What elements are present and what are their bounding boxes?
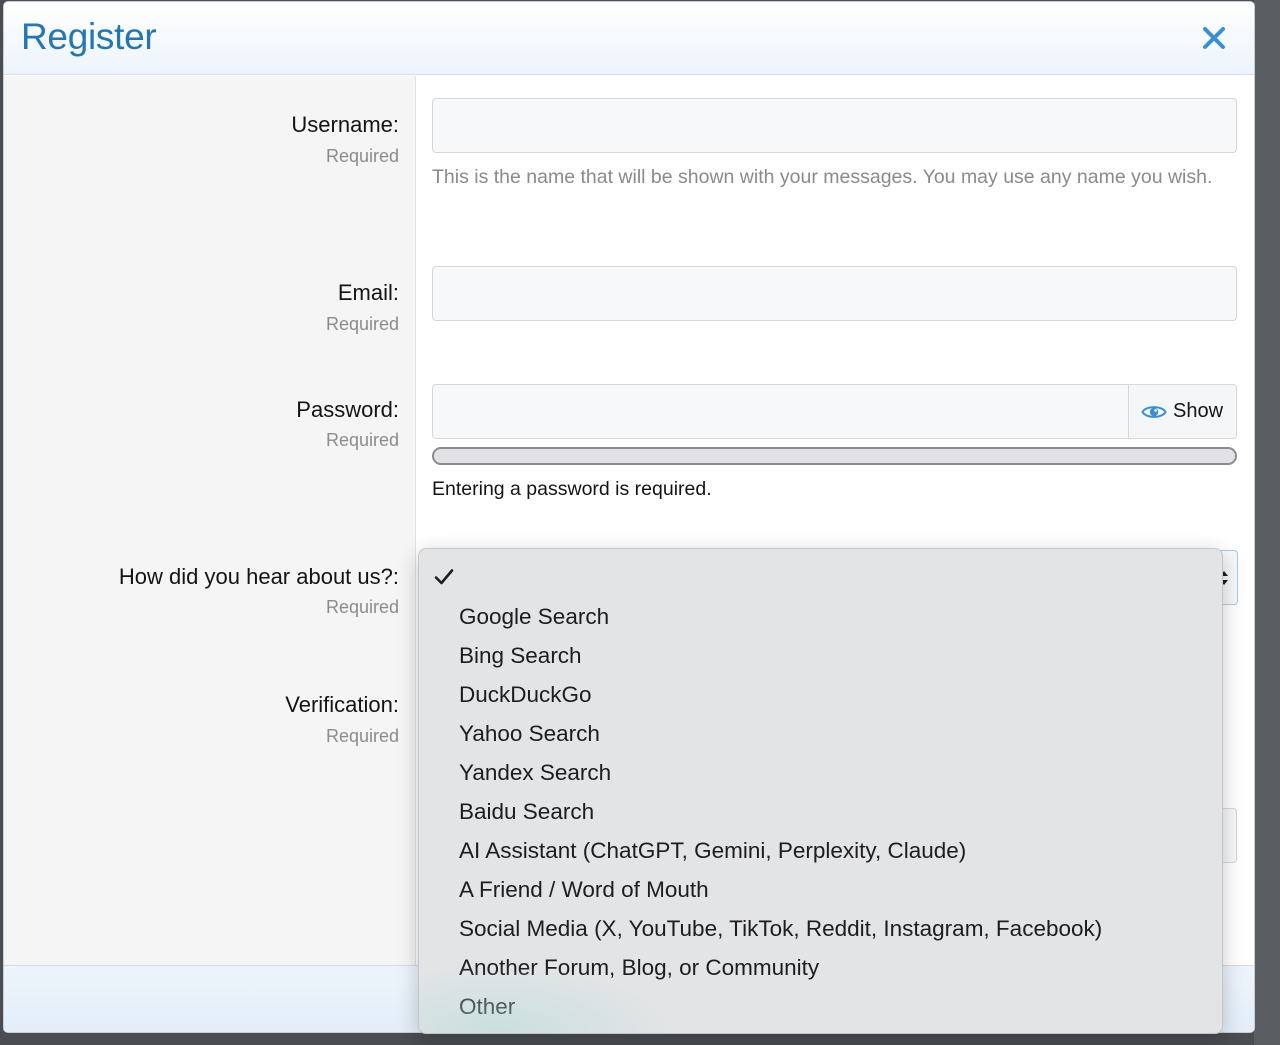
password-input[interactable] — [433, 385, 1128, 438]
username-input[interactable] — [432, 98, 1237, 153]
eye-icon — [1141, 405, 1167, 418]
dropdown-option[interactable]: Yandex Search — [419, 753, 1222, 792]
dropdown-option[interactable]: AI Assistant (ChatGPT, Gemini, Perplexit… — [419, 831, 1222, 870]
close-button[interactable] — [1194, 18, 1234, 58]
modal-title: Register — [21, 16, 157, 57]
password-strength-meter — [432, 447, 1237, 465]
label-column — [4, 76, 416, 966]
dropdown-option[interactable]: DuckDuckGo — [419, 675, 1222, 714]
referral-required-hint: Required — [325, 597, 399, 617]
referral-label: How did you hear about us?: — [118, 564, 399, 589]
email-label: Email: — [337, 280, 399, 305]
dropdown-option[interactable]: Baidu Search — [419, 792, 1222, 831]
email-required-hint: Required — [325, 314, 399, 334]
dropdown-option[interactable]: A Friend / Word of Mouth — [419, 870, 1222, 909]
verification-required-hint: Required — [325, 726, 399, 746]
dropdown-option[interactable]: Yahoo Search — [419, 714, 1222, 753]
show-password-button[interactable]: Show — [1128, 385, 1236, 438]
username-required-hint: Required — [325, 146, 399, 166]
email-input[interactable] — [432, 266, 1237, 321]
password-strength-message: Entering a password is required. — [432, 478, 712, 500]
page-backdrop — [1254, 0, 1280, 1045]
password-input-group: Show — [432, 384, 1237, 439]
username-explain: This is the name that will be shown with… — [432, 166, 1213, 188]
dropdown-option[interactable]: Bing Search — [419, 636, 1222, 675]
dropdown-option[interactable]: Other — [419, 987, 1222, 1026]
dropdown-option[interactable]: Social Media (X, YouTube, TikTok, Reddit… — [419, 909, 1222, 948]
dropdown-option[interactable]: Another Forum, Blog, or Community — [419, 948, 1222, 987]
username-label: Username: — [291, 112, 399, 137]
dropdown-option[interactable] — [419, 558, 1222, 597]
show-password-label: Show — [1173, 400, 1224, 422]
verification-label: Verification: — [285, 692, 399, 717]
referral-dropdown-menu: Google Search Bing Search DuckDuckGo Yahoo … — [418, 548, 1223, 1034]
close-icon — [1203, 27, 1225, 49]
password-label: Password: — [296, 397, 399, 422]
modal-header: Register — [4, 2, 1254, 75]
password-required-hint: Required — [325, 430, 399, 450]
dropdown-option[interactable]: Google Search — [419, 597, 1222, 636]
